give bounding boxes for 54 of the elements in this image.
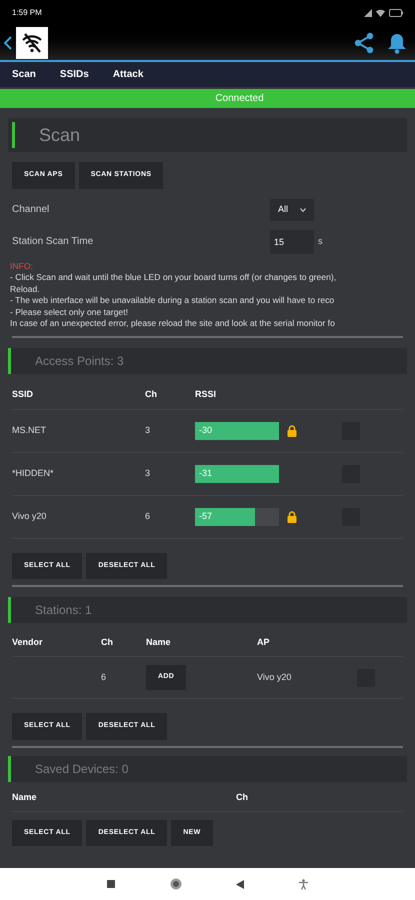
page-title: Scan bbox=[39, 124, 80, 146]
rssi-value: -57 bbox=[199, 510, 212, 523]
nav-tab[interactable]: Attack bbox=[112, 67, 144, 82]
nav-tab[interactable]: SSIDs bbox=[60, 67, 89, 82]
section-title: Stations: 1 bbox=[35, 602, 92, 619]
lock-icon bbox=[287, 424, 297, 436]
battery-icon bbox=[389, 8, 403, 16]
column-header: Ch bbox=[145, 388, 158, 402]
info-line: Reload. bbox=[10, 284, 40, 295]
wifi-off-logo bbox=[16, 26, 48, 58]
rssi-value: -31 bbox=[199, 466, 212, 480]
column-header: Name bbox=[12, 791, 38, 804]
share-icon[interactable] bbox=[353, 32, 375, 54]
connection-status: Connected bbox=[215, 92, 264, 106]
column-header: Ch bbox=[101, 636, 114, 649]
table-cell-text: *HIDDEN* bbox=[12, 466, 55, 480]
rssi-value: -30 bbox=[199, 424, 212, 437]
accessibility-icon[interactable] bbox=[298, 878, 308, 890]
table-cell-text: MS.NET bbox=[12, 424, 48, 437]
unit-label: s bbox=[318, 234, 322, 248]
table-cell-text: 3 bbox=[145, 424, 152, 437]
section-title: Saved Devices: 0 bbox=[35, 760, 128, 778]
signal-icon bbox=[364, 8, 372, 16]
column-header: RSSI bbox=[195, 388, 216, 402]
table-cell-text: 6 bbox=[101, 670, 108, 684]
table-cell-text: Vivo y20 bbox=[12, 510, 48, 523]
bell-icon[interactable] bbox=[387, 32, 407, 54]
nav-tab[interactable]: Scan bbox=[12, 67, 36, 82]
back-icon[interactable] bbox=[236, 880, 244, 888]
column-header: Ch bbox=[236, 791, 248, 804]
field-label: Channel bbox=[12, 203, 50, 217]
info-line: - Click Scan and wait until the blue LED on your board turns off (or changes to green), bbox=[10, 272, 336, 284]
column-header: Vendor bbox=[12, 636, 44, 649]
lock-icon bbox=[287, 510, 297, 522]
column-header: AP bbox=[257, 636, 270, 649]
info-line: - Please select only one target! bbox=[10, 306, 128, 318]
clock: 1:59 PM bbox=[12, 6, 42, 18]
table-cell-text: 3 bbox=[145, 466, 152, 480]
table-cell-text: 6 bbox=[145, 510, 152, 523]
home-icon[interactable] bbox=[170, 878, 182, 890]
column-header: Name bbox=[146, 636, 172, 649]
section-title: Access Points: 3 bbox=[35, 352, 124, 370]
field-label: Station Scan Time bbox=[12, 235, 94, 249]
scan-time-field[interactable]: 15 bbox=[270, 230, 314, 254]
back-icon[interactable] bbox=[4, 36, 12, 50]
recents-icon[interactable] bbox=[107, 880, 116, 888]
wifi-icon bbox=[376, 8, 385, 16]
info-heading: INFO: bbox=[10, 260, 33, 272]
info-line: In case of an unexpected error, please reload the site and look at the serial monitor fo bbox=[10, 318, 335, 330]
table-cell-text: Vivo y20 bbox=[257, 670, 292, 684]
info-line: - The web interface will be unavailable during a station scan and you will have to reco bbox=[10, 295, 334, 306]
chevron-down-icon bbox=[300, 208, 306, 212]
column-header: SSID bbox=[12, 388, 34, 402]
channel-select[interactable]: All bbox=[270, 198, 314, 220]
